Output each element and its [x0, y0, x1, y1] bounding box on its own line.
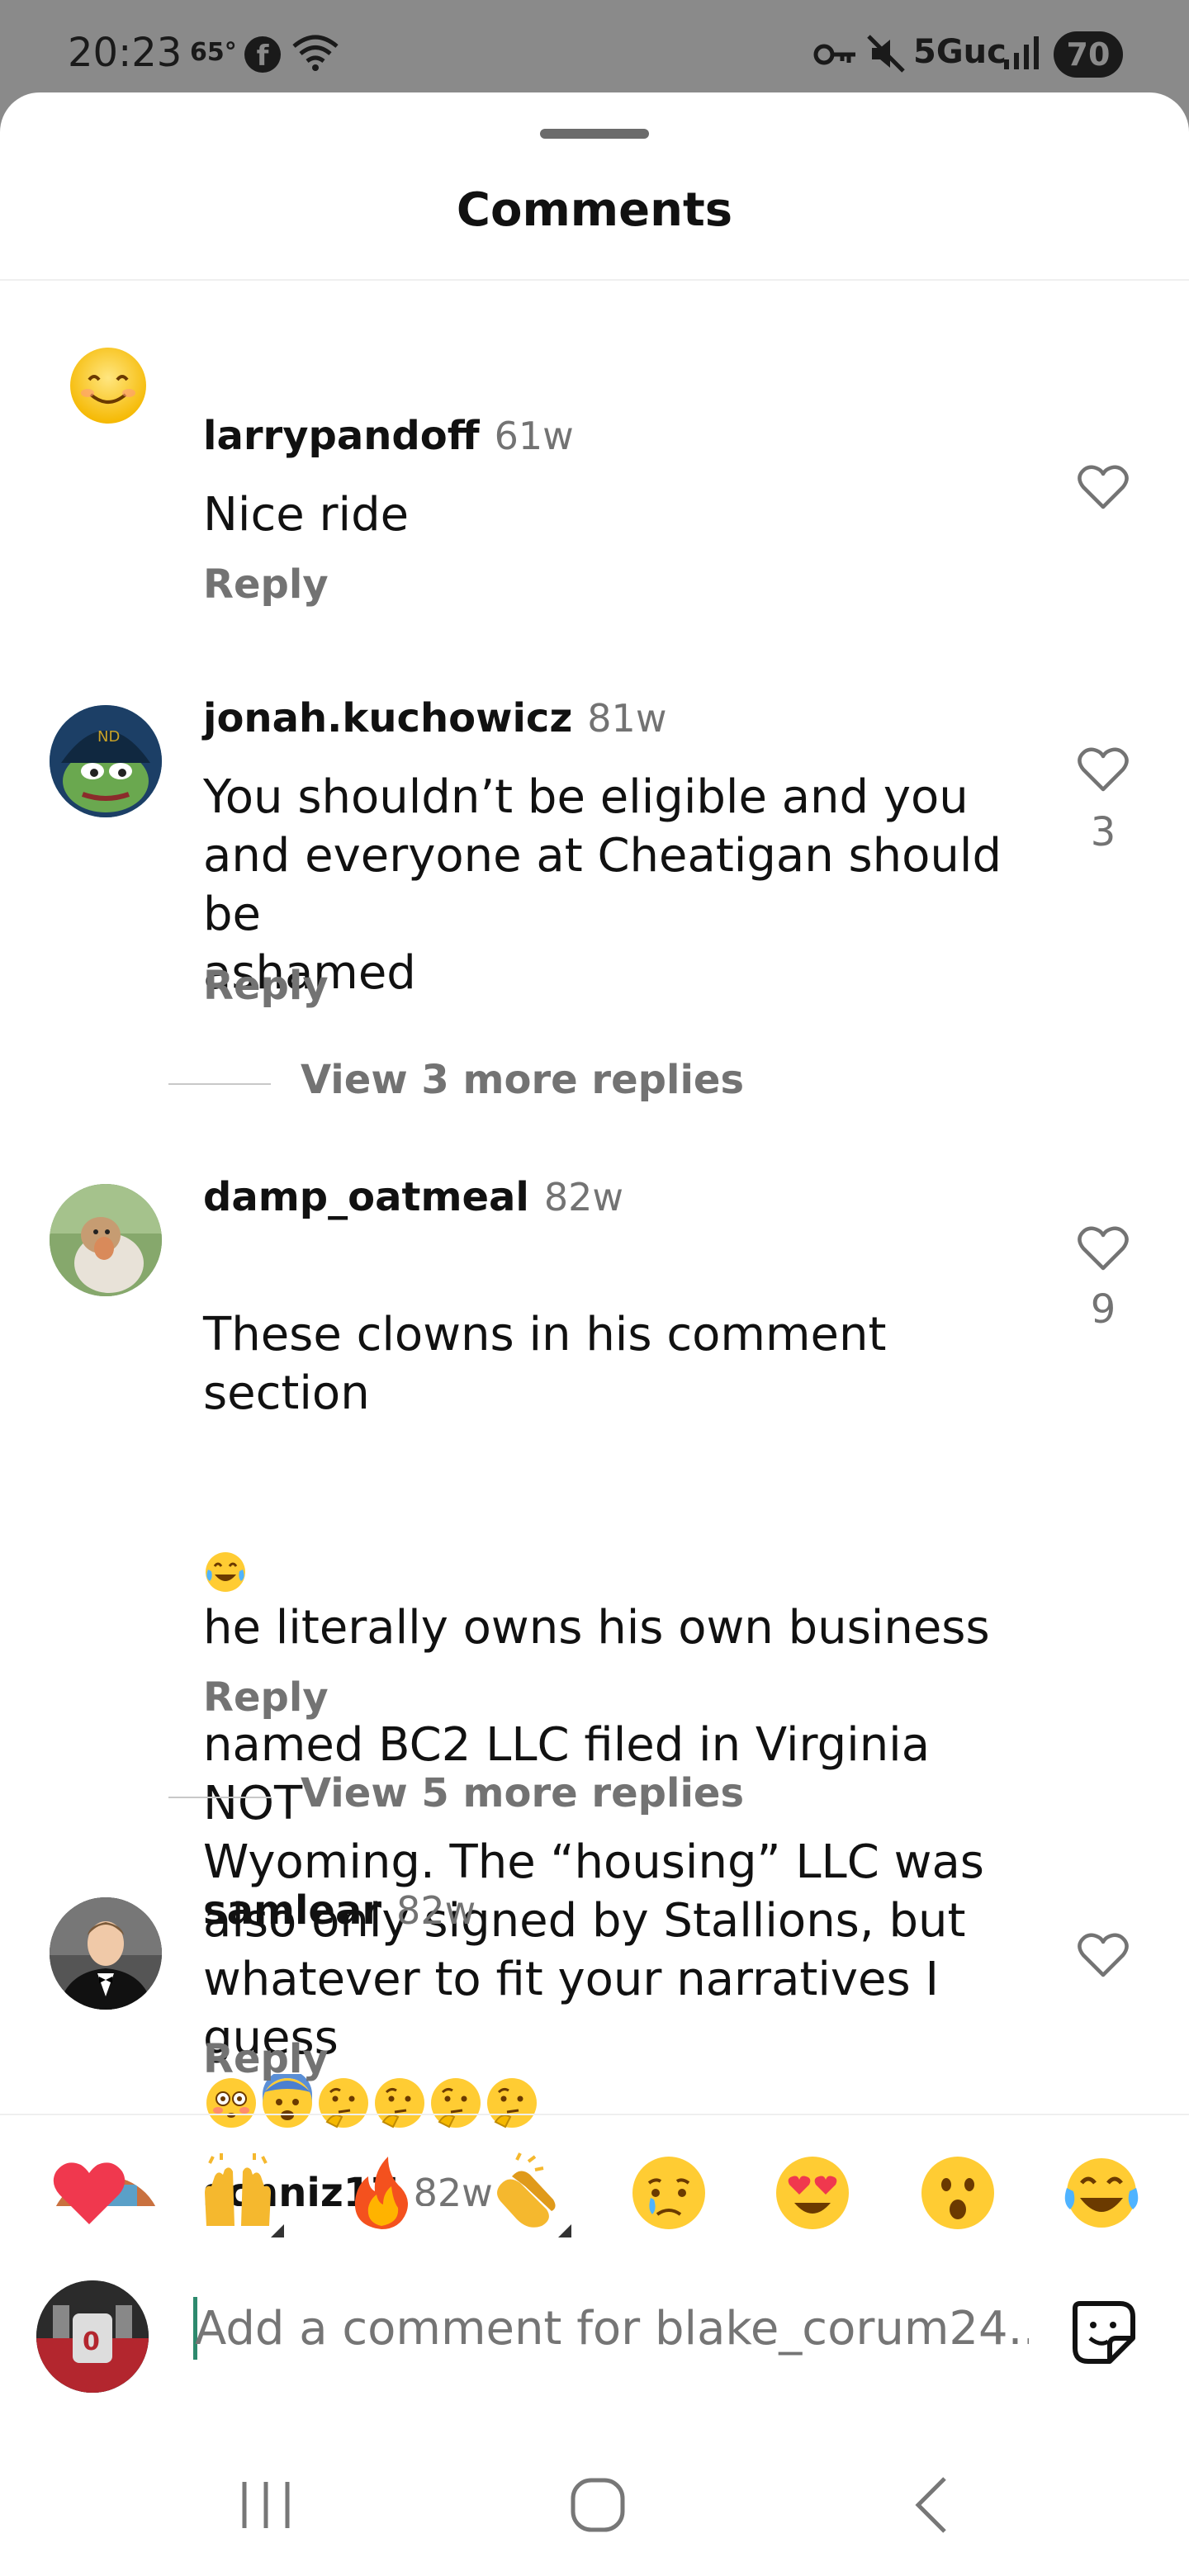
- heart-icon[interactable]: [1077, 462, 1130, 512]
- avatar[interactable]: [50, 1897, 162, 2010]
- comment-text: Nice ride: [203, 488, 410, 542]
- status-time: 20:23: [68, 30, 182, 76]
- divider: [0, 2114, 1189, 2115]
- view-more-replies[interactable]: View 3 more replies: [168, 1057, 744, 1103]
- clapping-hands-icon: [497, 2152, 556, 2228]
- svg-text:ND: ND: [97, 728, 120, 746]
- comment-input[interactable]: [195, 2294, 1029, 2363]
- surprised-face-icon: [921, 2157, 994, 2229]
- comment-text-line: These clowns in his comment section: [203, 1308, 887, 1420]
- comment-text-line: he literally owns his own business: [203, 1481, 1037, 1657]
- avatar[interactable]: [54, 332, 162, 439]
- comment-age: 82w: [396, 1888, 476, 1933]
- sheet-title: Comments: [456, 183, 733, 237]
- wifi-icon: [292, 35, 339, 71]
- like-count: 9: [1090, 1286, 1116, 1333]
- avatar[interactable]: [50, 1184, 162, 1296]
- thinking-face-icon: [431, 2078, 481, 2129]
- more-indicator: [271, 2224, 284, 2237]
- smiley-icon: [70, 348, 146, 424]
- tears-of-joy-icon: [206, 1551, 245, 1592]
- reply-button[interactable]: Reply: [203, 561, 329, 608]
- comment-age: 81w: [587, 696, 667, 741]
- back-icon[interactable]: [900, 2472, 966, 2538]
- clapping-hands-reaction[interactable]: [484, 2152, 571, 2237]
- comment-meta: samlear 82w: [203, 1887, 476, 1934]
- view-more-label: View 3 more replies: [301, 1057, 745, 1103]
- avatar[interactable]: ND: [50, 705, 162, 817]
- status-bar: 20:23 65° f 5Guc 70: [0, 0, 1189, 99]
- key-icon: [813, 44, 855, 65]
- red-heart-icon: [53, 2162, 126, 2224]
- frog-helmet-icon: ND: [50, 705, 162, 817]
- comments-list[interactable]: larrypandoff 61w Nice ride Reply ND jona…: [0, 281, 1189, 2206]
- network-type: 5Guc: [913, 33, 1007, 71]
- comment-username[interactable]: samlear: [203, 1887, 381, 1934]
- status-temperature: 65°: [190, 38, 237, 67]
- emoji-sequence: [206, 2070, 537, 2129]
- recent-apps-icon[interactable]: [233, 2472, 299, 2538]
- reply-button[interactable]: Reply: [203, 963, 329, 1009]
- view-more-replies[interactable]: View 5 more replies: [168, 1770, 744, 1816]
- fire-icon: [354, 2157, 408, 2229]
- flushed-face-icon: [206, 2078, 256, 2128]
- battery-indicator: 70: [1054, 31, 1123, 78]
- sticker-icon[interactable]: [1068, 2297, 1139, 2368]
- comment-meta: jonah.kuchowicz 81w: [203, 695, 666, 741]
- system-navigation-bar: [0, 2431, 1189, 2576]
- signal-icon: [1004, 36, 1039, 69]
- monkey-photo-icon: [50, 1184, 162, 1296]
- comment-meta: damp_oatmeal 82w: [203, 1174, 623, 1220]
- raising-hands-icon: [205, 2153, 271, 2226]
- raising-hands-reaction[interactable]: [197, 2152, 284, 2237]
- quick-reactions-bar: [0, 2152, 1189, 2242]
- mute-icon: [867, 35, 905, 73]
- more-indicator: [558, 2224, 571, 2237]
- reply-button[interactable]: Reply: [203, 1674, 329, 1721]
- crying-face-reaction[interactable]: [628, 2152, 710, 2234]
- comment-username[interactable]: jonah.kuchowicz: [203, 695, 572, 741]
- home-icon[interactable]: [565, 2472, 631, 2538]
- user-photo-icon: 0: [36, 2280, 149, 2393]
- thinking-face-icon: [375, 2078, 424, 2129]
- facebook-icon: f: [244, 36, 281, 73]
- view-more-label: View 5 more replies: [301, 1770, 745, 1816]
- surprised-face-reaction[interactable]: [917, 2152, 999, 2234]
- comment-age: 82w: [543, 1175, 624, 1219]
- comment-username[interactable]: larrypandoff: [203, 413, 480, 459]
- like-count: 3: [1090, 809, 1116, 855]
- heart-icon[interactable]: [1077, 745, 1130, 794]
- svg-text:0: 0: [83, 2327, 100, 2356]
- thinking-face-icon: [319, 2078, 368, 2129]
- heart-icon[interactable]: [1077, 1930, 1130, 1980]
- comment-username[interactable]: damp_oatmeal: [203, 1174, 529, 1220]
- drag-handle[interactable]: [540, 129, 649, 139]
- heart-eyes-icon: [776, 2157, 849, 2229]
- comment-age: 61w: [494, 414, 574, 458]
- comment-text-line: he literally owns his own business: [203, 1601, 990, 1655]
- comments-sheet: Comments larrypandoff 61w Nice ride Repl…: [0, 92, 1189, 2576]
- red-heart-reaction[interactable]: [48, 2152, 130, 2234]
- reply-button[interactable]: Reply: [203, 2036, 329, 2082]
- fire-reaction[interactable]: [340, 2152, 423, 2234]
- comment-meta: larrypandoff 61w: [203, 413, 574, 459]
- man-tuxedo-icon: [50, 1897, 162, 2010]
- heart-icon[interactable]: [1077, 1224, 1130, 1273]
- tears-of-joy-icon: [1064, 2158, 1139, 2228]
- current-user-avatar: 0: [36, 2280, 149, 2393]
- heart-eyes-reaction[interactable]: [771, 2152, 854, 2234]
- tears-of-joy-reaction[interactable]: [1060, 2152, 1143, 2234]
- thinking-face-icon: [487, 2078, 537, 2129]
- crying-face-icon: [632, 2157, 705, 2229]
